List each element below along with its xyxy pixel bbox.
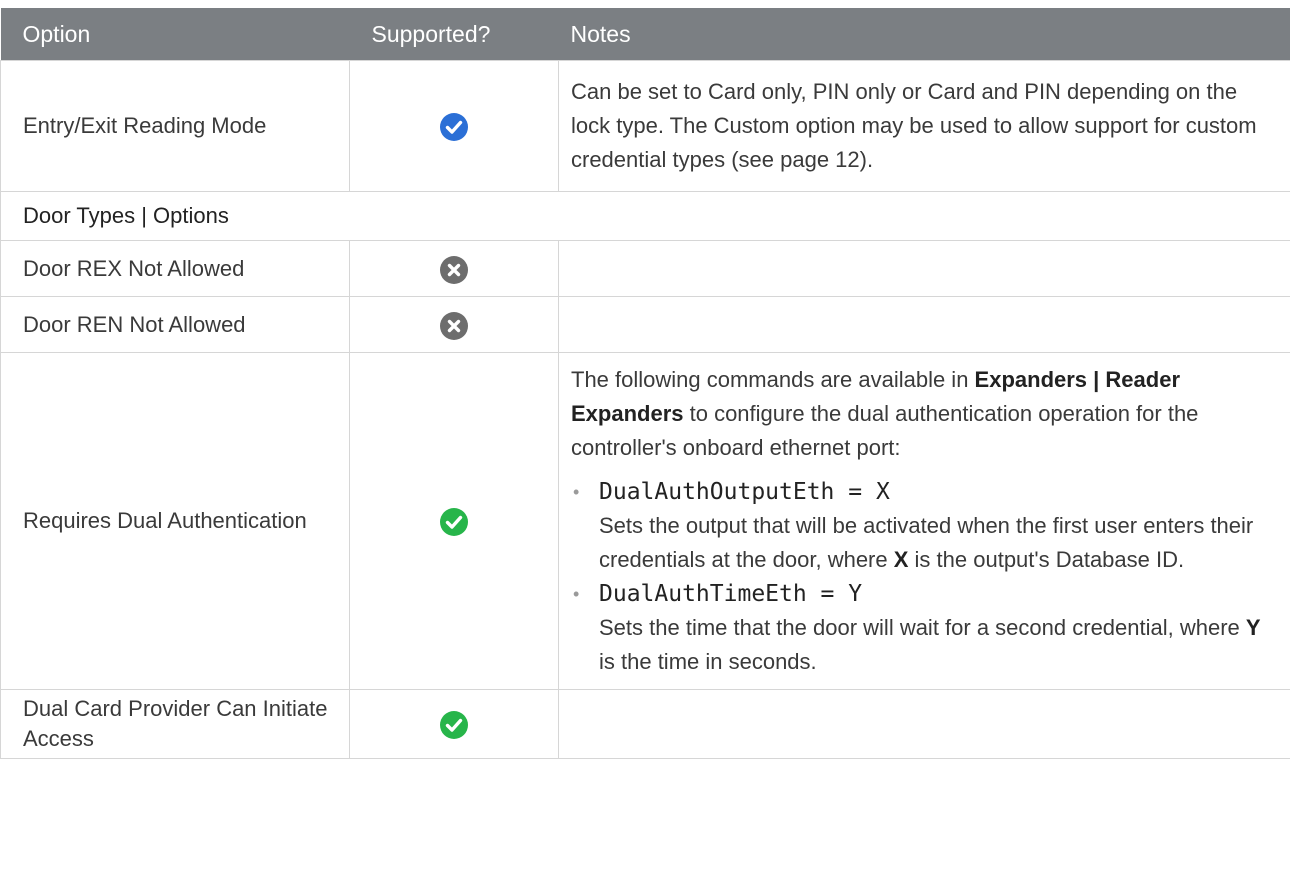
- list-item: • DualAuthOutputEth = X Sets the output …: [571, 475, 1282, 577]
- supported-cell: [349, 689, 559, 759]
- desc-variable: X: [893, 547, 909, 572]
- gray-cross-icon: [440, 311, 468, 340]
- notes-cell: [558, 296, 1290, 353]
- option-cell: Dual Card Provider Can Initiate Access: [0, 689, 350, 759]
- supported-cell: [349, 240, 559, 297]
- option-cell: Entry/Exit Reading Mode: [0, 60, 350, 192]
- green-check-icon: [440, 711, 468, 740]
- notes-cell: [558, 240, 1290, 297]
- command-description: Sets the output that will be activated w…: [599, 509, 1282, 577]
- notes-intro: The following commands are available in …: [571, 363, 1282, 465]
- option-cell: Door REX Not Allowed: [0, 240, 350, 297]
- table-row: Door REX Not Allowed: [0, 240, 1290, 297]
- notes-cell: Can be set to Card only, PIN only or Car…: [558, 60, 1290, 192]
- desc-text-end: is the output's Database ID.: [908, 547, 1185, 572]
- command-description: Sets the time that the door will wait fo…: [599, 611, 1282, 679]
- option-cell: Door REN Not Allowed: [0, 296, 350, 353]
- table-row: Door REN Not Allowed: [0, 296, 1290, 353]
- table-row: Dual Card Provider Can Initiate Access: [0, 689, 1290, 759]
- section-row: Door Types | Options: [0, 191, 1290, 241]
- command-code: DualAuthTimeEth = Y: [599, 581, 863, 607]
- table-header-row: Option Supported? Notes: [0, 8, 1290, 61]
- header-supported: Supported?: [349, 8, 559, 61]
- desc-variable: Y: [1245, 615, 1261, 640]
- header-option: Option: [0, 8, 350, 61]
- desc-text: Sets the time that the door will wait fo…: [599, 615, 1246, 640]
- blue-check-icon: [440, 113, 468, 142]
- option-cell: Requires Dual Authentication: [0, 352, 350, 690]
- supported-cell: [349, 352, 559, 690]
- supported-cell: [349, 60, 559, 192]
- table-row: Requires Dual Authentication The followi…: [0, 352, 1290, 690]
- bullet-icon: •: [573, 584, 580, 604]
- green-check-icon: [440, 508, 468, 537]
- section-title: Door Types | Options: [0, 191, 1290, 241]
- gray-cross-icon: [440, 255, 468, 284]
- supported-cell: [349, 296, 559, 353]
- bullet-icon: •: [573, 482, 580, 502]
- table-row: Entry/Exit Reading Mode Can be set to Ca…: [0, 60, 1290, 192]
- desc-text-end: is the time in seconds.: [599, 649, 817, 674]
- notes-cell: [558, 689, 1290, 759]
- header-notes: Notes: [558, 8, 1290, 61]
- notes-intro-text: The following commands are available in: [571, 367, 975, 392]
- command-list: • DualAuthOutputEth = X Sets the output …: [571, 475, 1282, 679]
- list-item: • DualAuthTimeEth = Y Sets the time that…: [571, 577, 1282, 679]
- options-table: Option Supported? Notes Entry/Exit Readi…: [0, 8, 1290, 759]
- notes-cell: The following commands are available in …: [558, 352, 1290, 690]
- command-code: DualAuthOutputEth = X: [599, 479, 890, 505]
